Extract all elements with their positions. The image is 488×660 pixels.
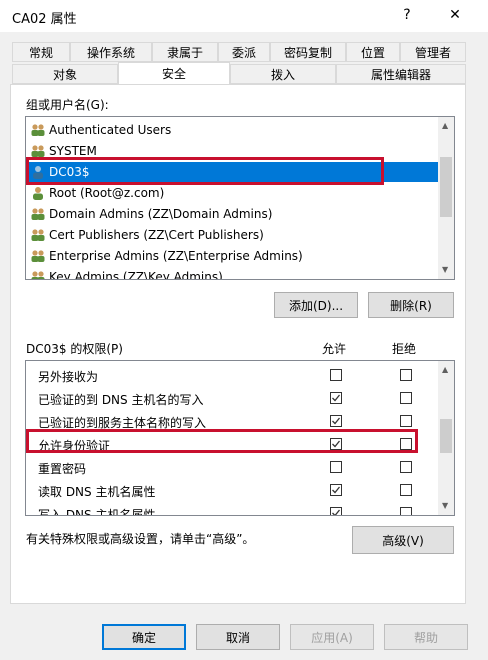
groups-label: 组或用户名(G):	[26, 98, 109, 112]
allow-checkbox[interactable]	[330, 507, 342, 515]
apply-button[interactable]: 应用(A)	[290, 624, 374, 650]
deny-checkbox[interactable]	[400, 484, 412, 496]
perm-scroll-down-icon[interactable]: ▼	[442, 501, 448, 510]
group-list-item[interactable]: Enterprise Admins (ZZ\Enterprise Admins)	[30, 246, 303, 266]
permission-label: 已验证的到 DNS 主机名的写入	[38, 393, 204, 407]
close-button[interactable]: ✕	[440, 2, 470, 28]
advanced-button[interactable]: 高级(V)	[352, 526, 454, 554]
group-icon	[30, 206, 46, 222]
group-list-item[interactable]: Key Admins (ZZ\Key Admins)	[30, 267, 223, 280]
permission-label: 重置密码	[38, 462, 87, 476]
cancel-button[interactable]: 取消	[196, 624, 280, 650]
tab-r1-2[interactable]: 隶属于	[152, 42, 218, 62]
tab-r1-4[interactable]: 密码复制	[270, 42, 346, 62]
perm-scroll-up-icon[interactable]: ▲	[442, 365, 448, 374]
group-list-item[interactable]: Root (Root@z.com)	[30, 183, 164, 203]
tab-r2-2[interactable]: 拨入	[230, 64, 336, 84]
tab-r1-0[interactable]: 常规	[12, 42, 70, 62]
permissions-scroll-thumb[interactable]	[440, 419, 452, 453]
permission-row: 重置密码	[26, 457, 438, 477]
permission-label: 写入 DNS 主机名属性	[38, 508, 156, 516]
deny-checkbox[interactable]	[400, 461, 412, 473]
group-icon	[30, 122, 46, 138]
highlight-box-allow-auth	[26, 429, 418, 453]
deny-checkbox[interactable]	[400, 507, 412, 515]
advanced-note: 有关特殊权限或高级设置，请单击“高级”。	[26, 532, 255, 546]
tab-r2-0[interactable]: 对象	[12, 64, 118, 84]
tab-r1-3[interactable]: 委派	[218, 42, 270, 62]
permission-row: 已验证的到 DNS 主机名的写入	[26, 388, 438, 408]
add-button[interactable]: 添加(D)...	[274, 292, 358, 318]
allow-checkbox[interactable]	[330, 415, 342, 427]
group-list-item[interactable]: Cert Publishers (ZZ\Cert Publishers)	[30, 225, 264, 245]
group-item-label: Root (Root@z.com)	[49, 186, 165, 200]
remove-button[interactable]: 删除(R)	[368, 292, 454, 318]
deny-checkbox[interactable]	[400, 392, 412, 404]
group-icon	[30, 269, 46, 279]
allow-header: 允许	[322, 342, 347, 356]
group-item-label: Key Admins (ZZ\Key Admins)	[49, 270, 223, 280]
ok-button[interactable]: 确定	[102, 624, 186, 650]
allow-checkbox[interactable]	[330, 484, 342, 496]
tab-r2-1[interactable]: 安全	[118, 62, 230, 84]
tab-r1-1[interactable]: 操作系统	[70, 42, 152, 62]
group-item-label: SYSTEM	[49, 144, 97, 158]
window-title: CA02 属性	[12, 12, 77, 27]
permissions-label: DC03$ 的权限(P)	[26, 342, 123, 356]
scroll-up-icon[interactable]: ▲	[442, 121, 448, 130]
group-item-label: Authenticated Users	[49, 123, 172, 137]
allow-checkbox[interactable]	[330, 461, 342, 473]
permission-label: 读取 DNS 主机名属性	[38, 485, 156, 499]
scroll-down-icon[interactable]: ▼	[442, 265, 448, 274]
permission-row: 读取 DNS 主机名属性	[26, 480, 438, 500]
deny-checkbox[interactable]	[400, 369, 412, 381]
tab-r2-3[interactable]: 属性编辑器	[336, 64, 466, 84]
group-icon	[30, 248, 46, 264]
tab-r1-5[interactable]: 位置	[346, 42, 400, 62]
user-icon	[30, 185, 46, 201]
tab-r1-6[interactable]: 管理者	[400, 42, 466, 62]
group-item-label: Enterprise Admins (ZZ\Enterprise Admins)	[49, 249, 303, 263]
group-item-label: Domain Admins (ZZ\Domain Admins)	[49, 207, 273, 221]
permissions-scrollbar[interactable]: ▲ ▼	[438, 361, 454, 515]
groups-scroll-thumb[interactable]	[440, 157, 452, 217]
group-list-item[interactable]: Authenticated Users	[30, 120, 171, 140]
permission-label: 另外接收为	[38, 370, 99, 384]
group-list-item[interactable]: Domain Admins (ZZ\Domain Admins)	[30, 204, 272, 224]
deny-checkbox[interactable]	[400, 415, 412, 427]
group-icon	[30, 227, 46, 243]
permission-row: 写入 DNS 主机名属性	[26, 503, 438, 516]
help-title-button[interactable]: ?	[392, 2, 422, 28]
groups-listbox[interactable]: Authenticated Users SYSTEM DC03$ Root (Root…	[25, 116, 455, 280]
close-icon: ✕	[449, 7, 461, 23]
permission-row: 已验证的到服务主体名称的写入	[26, 411, 438, 431]
highlight-box-dc03	[26, 157, 384, 185]
help-icon: ?	[403, 7, 411, 23]
help-button[interactable]: 帮助	[384, 624, 468, 650]
allow-checkbox[interactable]	[330, 369, 342, 381]
allow-checkbox[interactable]	[330, 392, 342, 404]
deny-header: 拒绝	[392, 342, 417, 356]
group-item-label: Cert Publishers (ZZ\Cert Publishers)	[49, 228, 264, 242]
groups-scrollbar[interactable]: ▲ ▼	[438, 117, 454, 279]
permission-row: 另外接收为	[26, 365, 438, 385]
